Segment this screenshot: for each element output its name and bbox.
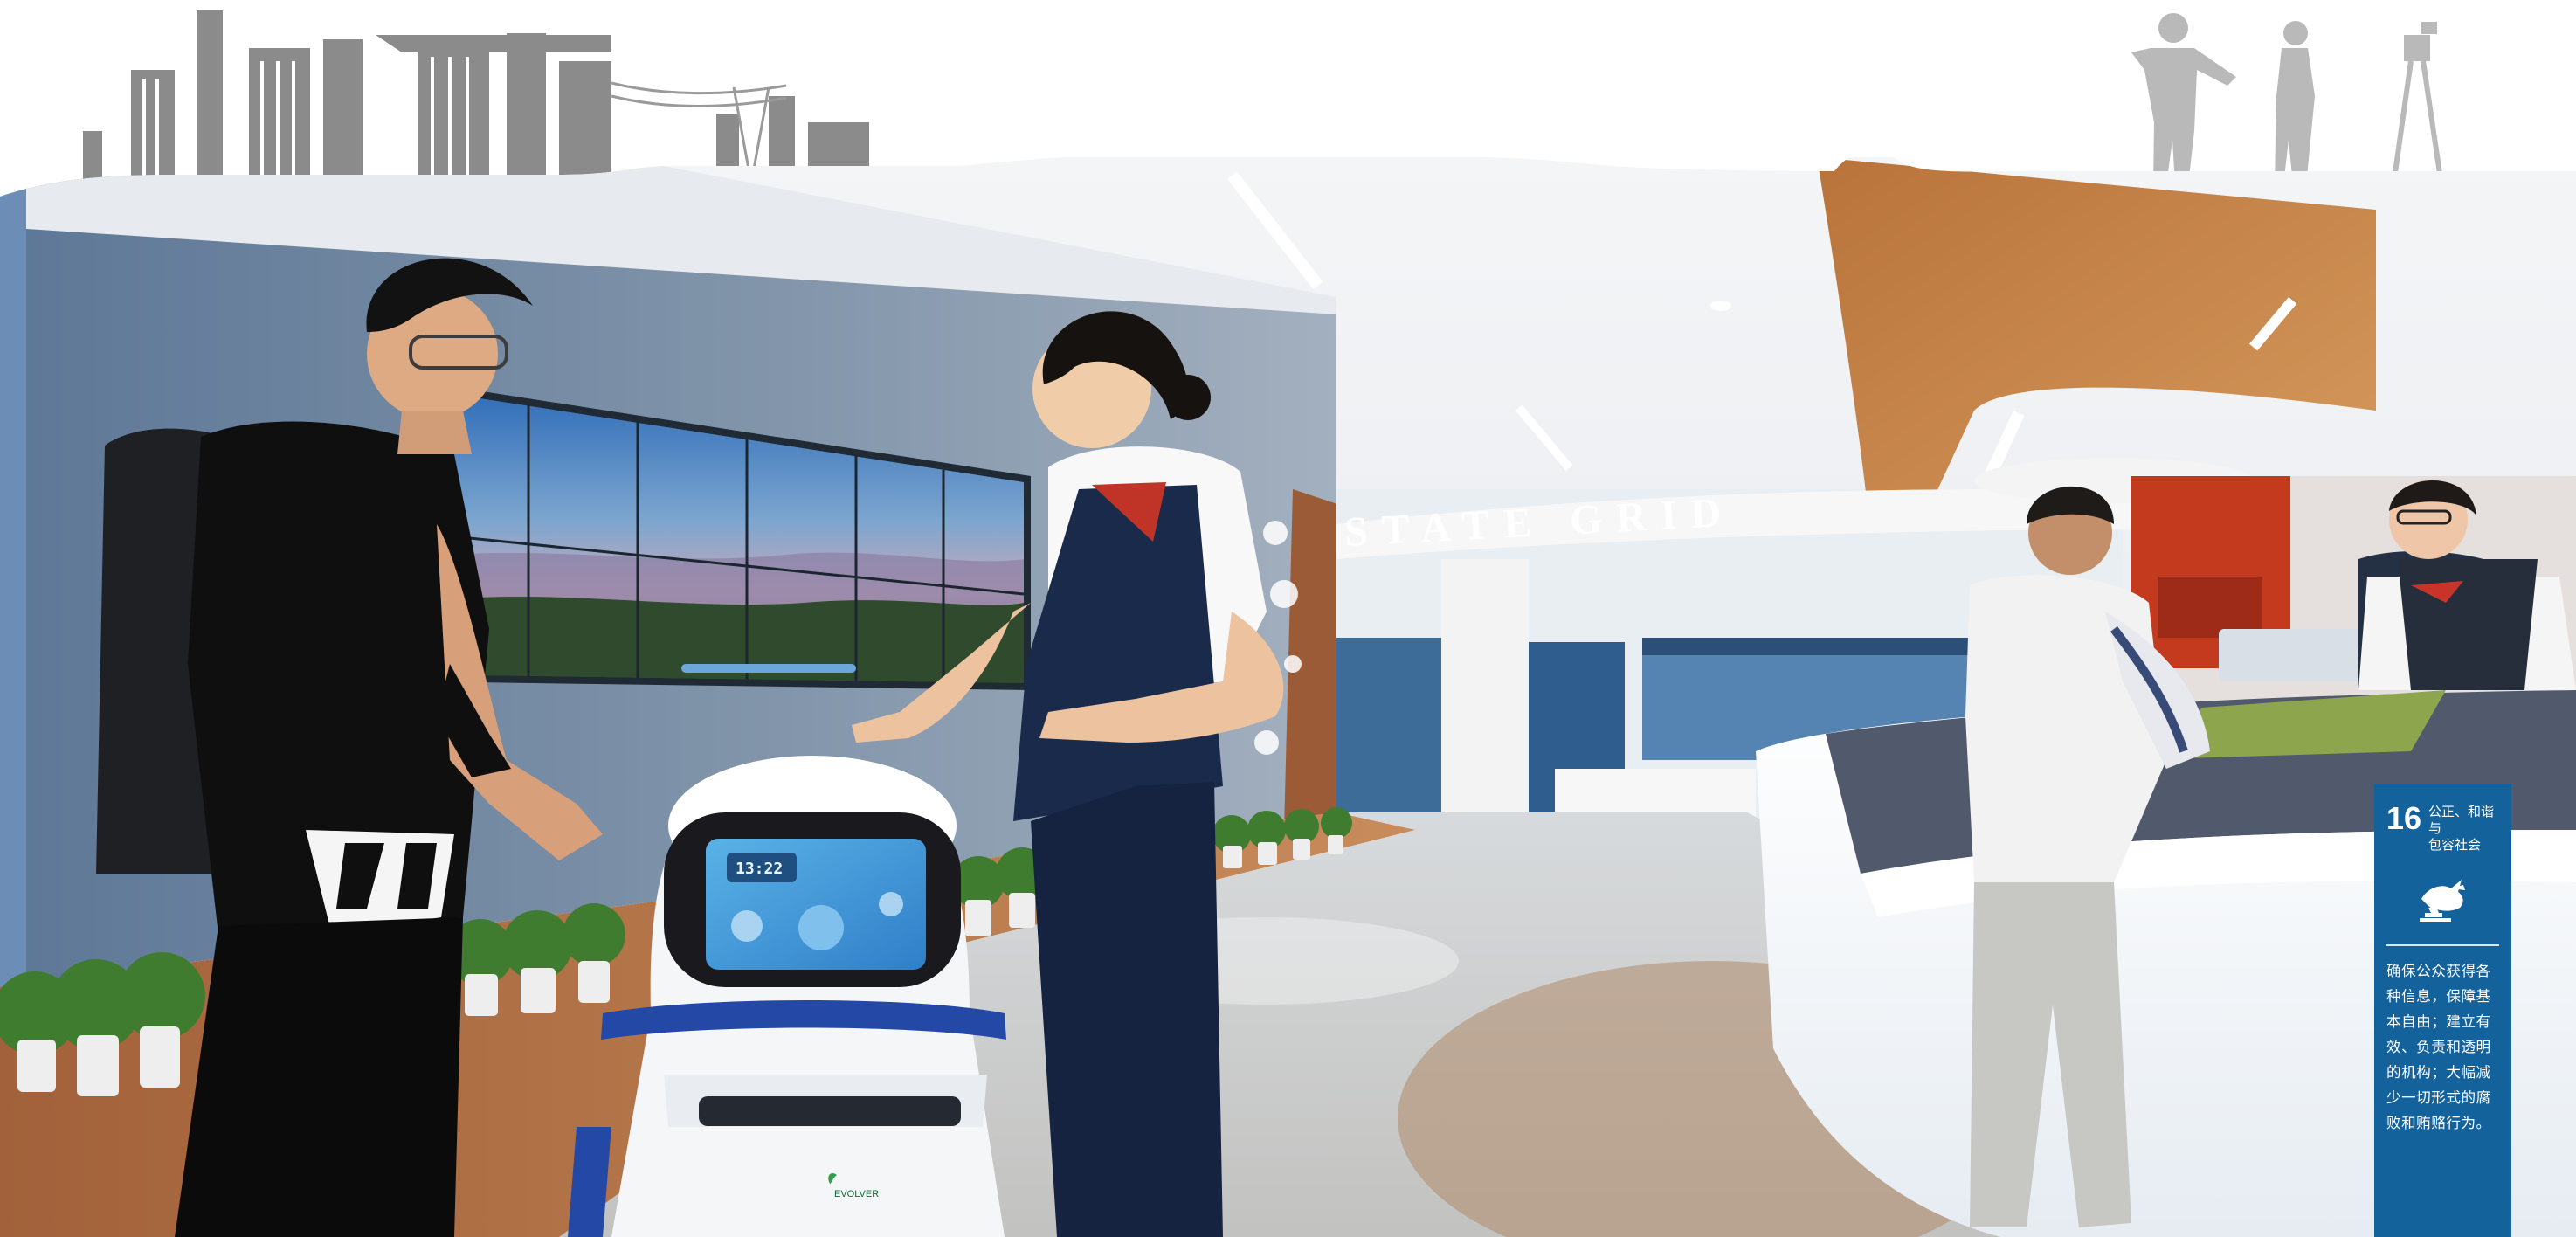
- sdg-goal-title-line: 公正、和谐与: [2428, 804, 2495, 836]
- sdg-description-line: 效、负责和透明: [2386, 1039, 2491, 1055]
- city-skyline-silhouette: [83, 10, 869, 183]
- sdg-description-line: 少一切形式的腐: [2386, 1089, 2491, 1106]
- sdg-goal-description: 确保公众获得各 种信息，保障基 本自由；建立有 效、负责和透明 的机构；大幅减 …: [2386, 958, 2499, 1136]
- workers-silhouette: [2131, 13, 2444, 186]
- photo-scene: STATE GRID 13:22 EVOLVER: [0, 10, 2576, 1237]
- page: STATE GRID 13:22 EVOLVER 16 公正、和谐与 包容社会 …: [0, 0, 2576, 1237]
- sdg-description-line: 的机构；大幅减: [2386, 1064, 2491, 1081]
- dove-gavel-icon: [2419, 880, 2465, 922]
- sdg-description-line: 本自由；建立有: [2386, 1013, 2491, 1030]
- service-hall-photo: STATE GRID 13:22 EVOLVER: [0, 157, 2576, 1237]
- sdg-description-line: 种信息，保障基: [2386, 988, 2491, 1005]
- sdg-goal-title: 公正、和谐与 包容社会: [2428, 803, 2499, 853]
- robot-brand-label: EVOLVER: [834, 1189, 879, 1199]
- sdg-description-line: 败和贿赂行为。: [2386, 1115, 2491, 1131]
- sdg-divider: [2386, 944, 2499, 946]
- sdg-goal-number: 16: [2386, 800, 2422, 836]
- sdg-description-line: 确保公众获得各: [2386, 963, 2491, 979]
- robot-screen-clock: 13:22: [736, 860, 783, 878]
- sdg-goal-panel: 16 公正、和谐与 包容社会 确保公众获得各 种信息，保障基 本自由；建立有 效…: [2374, 784, 2511, 1237]
- sdg-goal-title-line: 包容社会: [2428, 837, 2482, 853]
- sdg-goal-header: 16 公正、和谐与 包容社会: [2386, 803, 2499, 853]
